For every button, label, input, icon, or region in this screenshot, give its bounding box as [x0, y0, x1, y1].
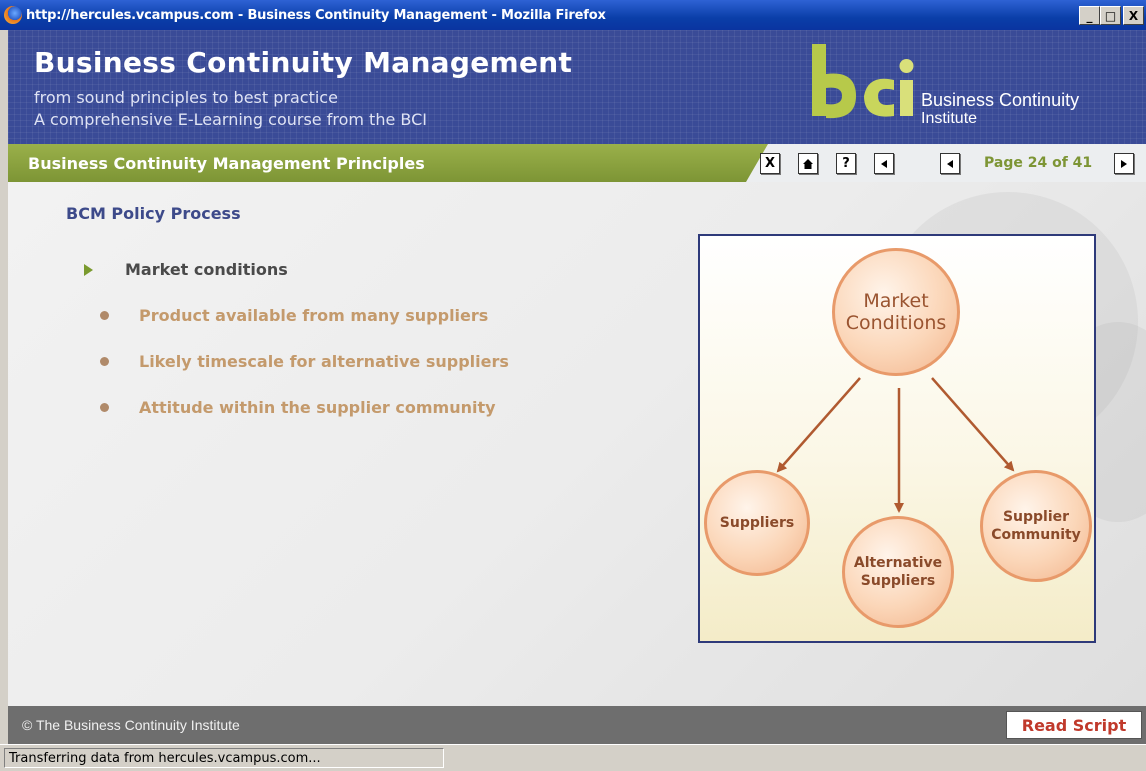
node-label-line: Alternative	[853, 555, 943, 571]
node-label: Alternative Suppliers	[854, 554, 942, 590]
course-tagline: A comprehensive E-Learning course from t…	[34, 110, 427, 129]
dot-bullet-icon	[100, 357, 109, 366]
market-conditions-diagram: Market Conditions Suppliers Alternative …	[698, 234, 1096, 643]
triangle-bullet-icon	[84, 263, 93, 276]
main-bullet-text: Market conditions	[125, 260, 288, 279]
copyright-text: © The Business Continuity Institute	[22, 717, 240, 733]
main-bullet: Market conditions	[84, 260, 288, 279]
arrow-to-suppliers	[776, 377, 861, 473]
course-subtitle: from sound principles to best practice	[34, 88, 338, 107]
node-label-line: Supplier	[1002, 509, 1070, 525]
arrow-to-community	[931, 377, 1015, 472]
window-title-bar: http://hercules.vcampus.com - Business C…	[0, 0, 1146, 30]
dot-bullet-icon	[100, 311, 109, 320]
node-label-line: Conditions	[845, 312, 947, 334]
course-banner: Business Continuity Management from soun…	[8, 30, 1146, 144]
status-text: Transferring data from hercules.vcampus.…	[4, 748, 444, 768]
course-footer: © The Business Continuity Institute Read…	[8, 706, 1146, 744]
window-title: http://hercules.vcampus.com - Business C…	[26, 7, 606, 23]
node-label-line: Suppliers	[860, 573, 936, 589]
close-window-button[interactable]: X	[1123, 6, 1144, 25]
first-page-icon	[881, 159, 887, 168]
bci-name-line2: Institute	[921, 110, 978, 127]
node-label-line: Market	[863, 290, 929, 312]
sub-bullet-text: Likely timescale for alternative supplie…	[139, 352, 509, 371]
lesson-content: BCM Policy Process Market conditions Pro…	[8, 182, 1146, 706]
next-page-icon	[1121, 159, 1127, 168]
suppliers-node: Suppliers	[704, 470, 810, 576]
prev-page-button[interactable]	[940, 153, 960, 174]
next-page-button[interactable]	[1114, 153, 1134, 174]
node-label-line: Community	[991, 527, 1081, 543]
home-icon	[803, 158, 813, 169]
page-indicator: Page 24 of 41	[984, 155, 1093, 171]
node-label: Supplier Community	[991, 508, 1081, 544]
window-controls: _ □ X	[1079, 6, 1144, 25]
course-title: Business Continuity Management	[34, 46, 573, 79]
sub-bullet-text: Attitude within the supplier community	[139, 398, 496, 417]
node-label: Market Conditions	[846, 290, 947, 334]
minimize-button[interactable]: _	[1079, 6, 1100, 25]
market-conditions-node: Market Conditions	[832, 248, 960, 376]
exit-button[interactable]: X	[760, 153, 780, 174]
supplier-community-node: Supplier Community	[980, 470, 1092, 582]
close-icon: X	[764, 156, 776, 171]
dot-bullet-icon	[100, 403, 109, 412]
read-script-button[interactable]: Read Script	[1006, 711, 1142, 739]
first-page-button[interactable]	[874, 153, 894, 174]
bci-logo-icon	[812, 44, 914, 119]
window-frame	[0, 30, 8, 744]
browser-status-bar: Transferring data from hercules.vcampus.…	[0, 744, 1146, 771]
alternative-suppliers-node: Alternative Suppliers	[842, 516, 954, 628]
node-label: Suppliers	[720, 514, 794, 532]
course-nav-bar: Business Continuity Management Principle…	[8, 144, 1146, 182]
sub-bullet-text: Product available from many suppliers	[139, 306, 489, 325]
help-icon: ?	[842, 156, 850, 171]
sub-bullet: Attitude within the supplier community	[100, 398, 496, 417]
section-title: Business Continuity Management Principle…	[28, 154, 425, 173]
prev-page-icon	[947, 159, 953, 168]
bci-name-line1: Business Continuity	[921, 90, 1080, 110]
node-label-line: Suppliers	[719, 515, 795, 531]
sub-bullet: Product available from many suppliers	[100, 306, 488, 325]
home-button[interactable]	[798, 153, 818, 174]
sub-bullet: Likely timescale for alternative supplie…	[100, 352, 509, 371]
help-button[interactable]: ?	[836, 153, 856, 174]
lesson-heading: BCM Policy Process	[66, 204, 241, 223]
maximize-button[interactable]: □	[1100, 6, 1121, 25]
firefox-icon	[4, 6, 22, 24]
